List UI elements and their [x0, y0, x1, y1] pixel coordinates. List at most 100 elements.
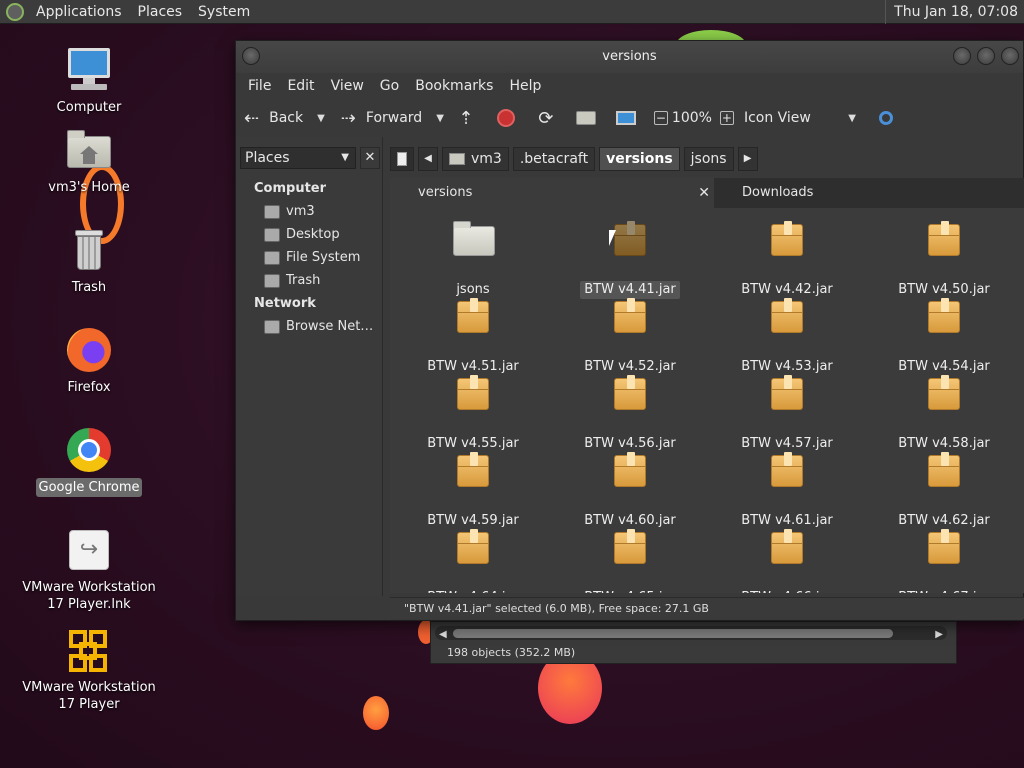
folder-item[interactable]: jsons	[398, 220, 548, 299]
folder-icon	[453, 220, 495, 260]
side-pane: Places ▼ ✕ Computer vm3 Desktop File Sys…	[236, 137, 383, 596]
breadcrumb-versions[interactable]: versions	[599, 147, 680, 171]
desktop-icon-vmware[interactable]: VMware Workstation 17 Player	[14, 626, 164, 714]
close-button[interactable]	[1001, 47, 1019, 65]
file-item[interactable]: BTW v4.50.jar	[869, 220, 1019, 299]
sidebar-item-trash[interactable]: Trash	[264, 273, 320, 288]
scrollbar-thumb[interactable]	[453, 629, 893, 638]
desktop-icon-label: Firefox	[67, 380, 111, 395]
sidebar-item-browse-network[interactable]: Browse Net…	[264, 319, 373, 334]
side-pane-selector[interactable]: Places ▼	[240, 147, 356, 169]
file-item[interactable]: BTW v4.41.jar	[555, 220, 705, 299]
menubar: File Edit View Go Bookmarks Help	[236, 73, 1023, 99]
desktop-icon-vmware-lnk[interactable]: ↪ VMware Workstation 17 Player.lnk	[14, 526, 164, 614]
toggle-location-entry-button[interactable]	[390, 147, 414, 171]
file-item[interactable]: BTW v4.66.jar	[712, 528, 862, 593]
zoom-out-icon: −	[653, 111, 668, 125]
horizontal-scrollbar[interactable]: ◀ ▶	[435, 626, 947, 640]
file-item[interactable]: BTW v4.67.jar	[869, 528, 1019, 593]
window-menu-button[interactable]	[242, 47, 260, 65]
chevron-down-icon: ▼	[341, 152, 349, 163]
menu-applications[interactable]: Applications	[28, 0, 130, 24]
forward-label: Forward	[365, 110, 423, 126]
breadcrumb-forward-arrow[interactable]: ▶	[737, 147, 758, 171]
tab-versions[interactable]: versions ✕	[390, 178, 714, 208]
up-icon[interactable]: ⇡	[454, 106, 478, 130]
menu-file[interactable]: File	[240, 78, 279, 94]
file-item[interactable]: BTW v4.57.jar	[712, 374, 862, 453]
desktop-icon-label: Computer	[56, 100, 122, 115]
file-item[interactable]: BTW v4.64.jar	[398, 528, 548, 593]
back-button[interactable]: ⇠ Back ▼	[244, 108, 325, 129]
file-item[interactable]: BTW v4.53.jar	[712, 297, 862, 376]
stop-icon[interactable]	[494, 106, 518, 130]
desktop-icon-home[interactable]: vm3's Home	[14, 126, 164, 197]
view-mode-select[interactable]: Icon View ▼	[744, 110, 856, 126]
computer-icon[interactable]	[614, 106, 638, 130]
breadcrumb-betacraft[interactable]: .betacraft	[512, 147, 596, 171]
file-item[interactable]: BTW v4.59.jar	[398, 451, 548, 530]
menu-edit[interactable]: Edit	[279, 78, 322, 94]
jar-package-icon	[767, 451, 807, 491]
file-item[interactable]: BTW v4.54.jar	[869, 297, 1019, 376]
sidebar-item-filesystem[interactable]: File System	[264, 250, 360, 265]
breadcrumb-jsons[interactable]: jsons	[683, 147, 734, 171]
file-item[interactable]: BTW v4.60.jar	[555, 451, 705, 530]
close-side-pane-button[interactable]: ✕	[360, 147, 380, 169]
jar-package-icon	[610, 297, 650, 337]
reload-icon[interactable]: ⟳	[534, 106, 558, 130]
maximize-button[interactable]	[977, 47, 995, 65]
file-item[interactable]: BTW v4.52.jar	[555, 297, 705, 376]
breadcrumb-vm3[interactable]: vm3	[442, 147, 509, 171]
back-arrow-icon: ⇠	[244, 107, 260, 129]
vmware-icon	[65, 626, 113, 674]
desktop-icon-computer[interactable]: Computer	[14, 46, 164, 117]
shortcut-icon: ↪	[65, 526, 113, 574]
file-item[interactable]: BTW v4.42.jar	[712, 220, 862, 299]
network-icon	[264, 319, 280, 334]
menu-go[interactable]: Go	[372, 78, 407, 94]
side-pane-selector-label: Places	[245, 150, 290, 166]
zoom-in-button[interactable]: +	[719, 111, 734, 125]
file-item[interactable]: BTW v4.62.jar	[869, 451, 1019, 530]
menu-help[interactable]: Help	[501, 78, 549, 94]
file-item[interactable]: BTW v4.58.jar	[869, 374, 1019, 453]
menu-view[interactable]: View	[323, 78, 372, 94]
scroll-right-icon[interactable]: ▶	[935, 629, 943, 640]
file-item[interactable]: BTW v4.55.jar	[398, 374, 548, 453]
scroll-left-icon[interactable]: ◀	[439, 629, 447, 640]
breadcrumb-back-arrow[interactable]: ◀	[418, 147, 438, 171]
firefox-icon	[65, 326, 113, 374]
zoom-out-button[interactable]: −	[653, 111, 668, 125]
menu-bookmarks[interactable]: Bookmarks	[407, 78, 501, 94]
forward-button[interactable]: ⇢ Forward ▼	[341, 108, 444, 129]
clock[interactable]: Thu Jan 18, 07:08	[885, 0, 1018, 24]
menu-system[interactable]: System	[190, 0, 258, 24]
minimize-button[interactable]	[953, 47, 971, 65]
icon-view[interactable]: jsons BTW v4.41.jar BTW v4.42.jar BTW v4.50…	[390, 208, 1024, 593]
desktop-icon-trash[interactable]: Trash	[14, 226, 164, 297]
close-tab-icon[interactable]: ✕	[698, 178, 710, 208]
home-icon[interactable]	[574, 106, 598, 130]
desktop-icon-firefox[interactable]: Firefox	[14, 326, 164, 397]
forward-history-dropdown-icon[interactable]: ▼	[436, 113, 444, 124]
background-window[interactable]: ◀ ▶ 198 objects (352.2 MB)	[430, 621, 957, 664]
back-history-dropdown-icon[interactable]: ▼	[317, 113, 325, 124]
file-name-label: BTW v4.66.jar	[737, 589, 837, 593]
top-panel: Applications Places System Thu Jan 18, 0…	[0, 0, 1024, 24]
file-item[interactable]: BTW v4.65.jar	[555, 528, 705, 593]
desktop-icon-chrome[interactable]: Google Chrome	[14, 426, 164, 497]
tab-downloads[interactable]: Downloads	[714, 178, 1024, 208]
search-icon[interactable]	[874, 106, 898, 130]
file-item[interactable]: BTW v4.56.jar	[555, 374, 705, 453]
sidebar-item-desktop[interactable]: Desktop	[264, 227, 340, 242]
desktop-folder-icon	[264, 227, 280, 242]
file-item[interactable]: BTW v4.61.jar	[712, 451, 862, 530]
window-titlebar[interactable]: versions	[236, 41, 1023, 73]
computer-icon	[65, 46, 113, 94]
tab-bar: versions ✕ Downloads	[390, 178, 1024, 208]
distro-logo-icon[interactable]	[6, 2, 24, 21]
file-item[interactable]: BTW v4.51.jar	[398, 297, 548, 376]
sidebar-item-vm3[interactable]: vm3	[264, 204, 315, 219]
menu-places[interactable]: Places	[130, 0, 191, 24]
